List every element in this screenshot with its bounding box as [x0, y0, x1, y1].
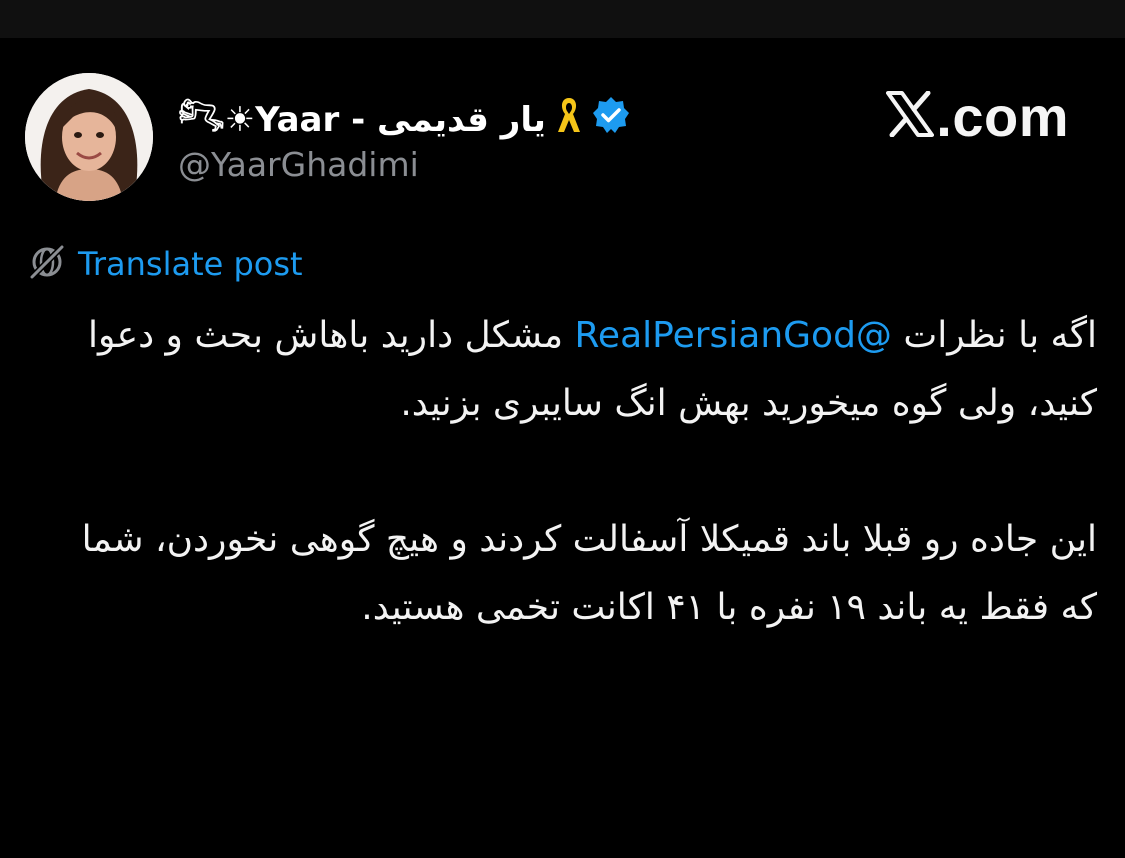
brand-text: .com: [936, 84, 1069, 148]
post-text-segment: اگه با نظرات: [891, 315, 1097, 356]
x-logo-icon: [886, 90, 935, 141]
post-paragraph-2: این جاده رو قبلا باند قمیکلا آسفالت کردن…: [81, 519, 1097, 628]
post-text: اگه با نظرات @RealPersianGod مشکل دارید …: [77, 302, 1097, 642]
display-name[interactable]: 𓀐☀Yaar - یار قدیمی: [178, 87, 546, 143]
avatar[interactable]: [25, 73, 153, 201]
globe-slash-icon: [28, 243, 66, 285]
profile-name-row: 𓀐☀Yaar - یار قدیمی: [178, 90, 630, 140]
verified-badge-icon: [592, 96, 630, 134]
translate-post-button[interactable]: Translate post: [28, 240, 303, 288]
translate-post-label: Translate post: [78, 245, 303, 283]
top-strip: [0, 0, 1125, 38]
brand-logo: .com: [886, 84, 1069, 148]
mention-link[interactable]: @RealPersianGod: [575, 315, 892, 356]
profile-handle[interactable]: @YaarGhadimi: [178, 145, 419, 184]
yellow-ribbon-icon: [556, 96, 582, 134]
post-paragraph-1: اگه با نظرات @RealPersianGod مشکل دارید …: [77, 302, 1097, 438]
